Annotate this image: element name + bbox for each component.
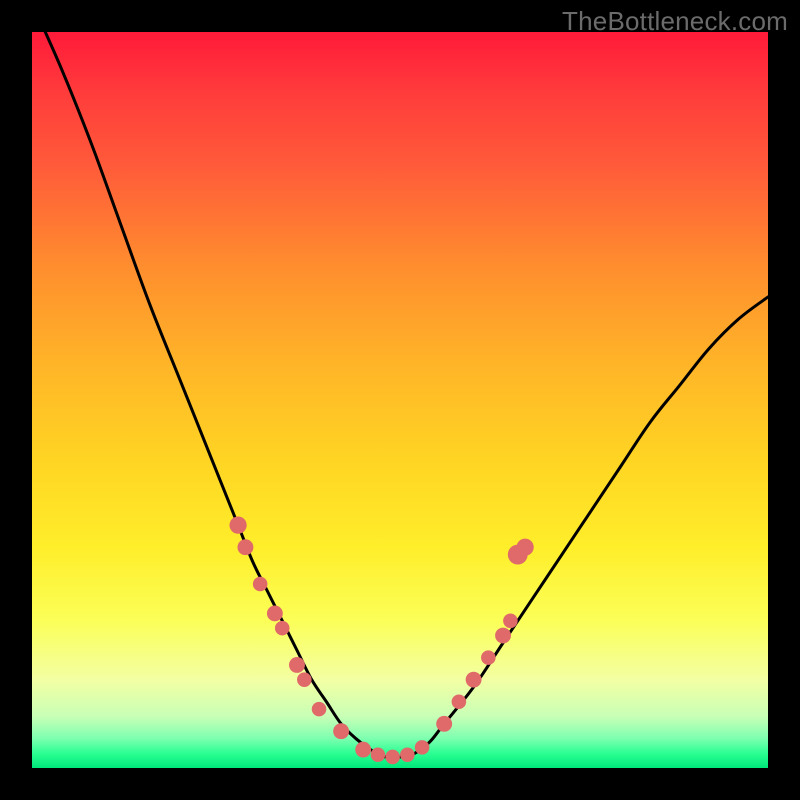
- marker-dot: [312, 702, 327, 717]
- marker-dot: [289, 657, 305, 673]
- marker-dot: [436, 716, 452, 732]
- watermark-label: TheBottleneck.com: [562, 6, 788, 37]
- marker-dot: [253, 577, 268, 592]
- marker-dot: [385, 750, 400, 765]
- marker-dot: [371, 747, 386, 762]
- marker-dots: [229, 517, 533, 765]
- marker-dot: [466, 672, 482, 688]
- marker-dot: [267, 605, 283, 621]
- marker-dot: [503, 614, 518, 629]
- marker-dot: [333, 723, 349, 739]
- marker-dot: [495, 628, 511, 644]
- marker-dot: [452, 694, 467, 709]
- marker-dot: [237, 539, 253, 555]
- marker-dot: [355, 742, 371, 758]
- chart-frame: TheBottleneck.com: [0, 0, 800, 800]
- bottleneck-curve: [32, 3, 768, 758]
- marker-dot: [415, 740, 430, 755]
- chart-svg: [32, 32, 768, 768]
- marker-dot: [275, 621, 290, 636]
- plot-area: [32, 32, 768, 768]
- marker-dot: [229, 517, 246, 534]
- marker-dot: [517, 539, 534, 556]
- marker-dot: [481, 650, 496, 665]
- marker-dot: [400, 747, 415, 762]
- marker-dot: [297, 672, 312, 687]
